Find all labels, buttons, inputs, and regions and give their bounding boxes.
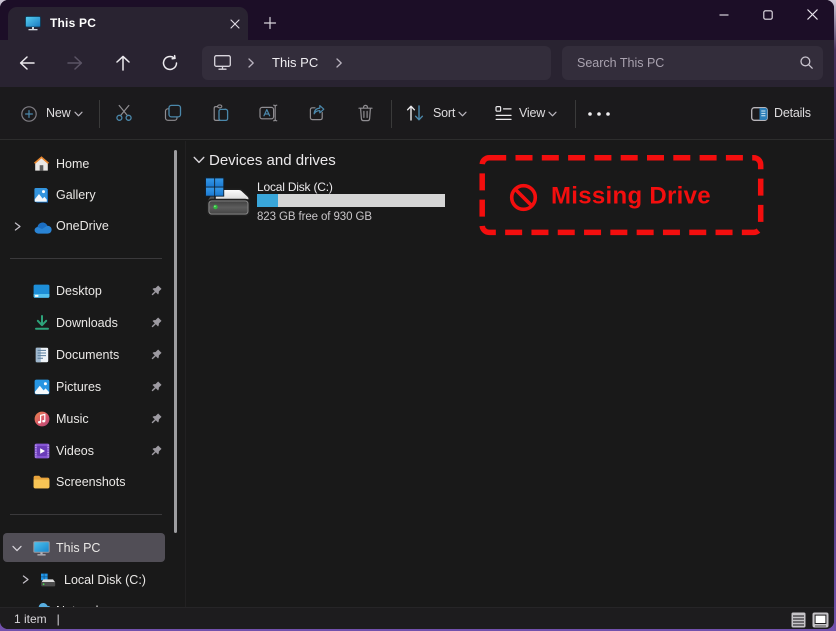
svg-text:Missing Drive: Missing Drive	[551, 183, 711, 210]
